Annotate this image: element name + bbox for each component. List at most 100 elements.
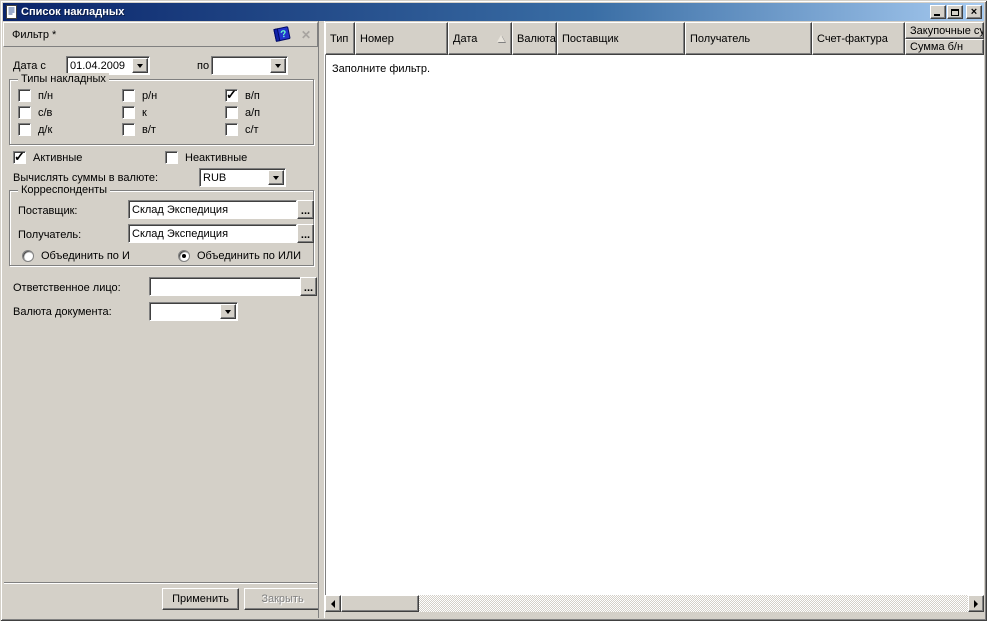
column-header-label: Дата xyxy=(453,32,478,45)
chevron-down-icon xyxy=(225,309,231,314)
column-header-date[interactable]: Дата xyxy=(448,22,512,55)
column-header-supplier[interactable]: Поставщик xyxy=(557,22,685,55)
type-checkbox-d-k[interactable] xyxy=(18,123,31,136)
date-from-dropdown-button[interactable] xyxy=(132,58,148,73)
doc-currency-label: Валюта документа: xyxy=(13,306,112,318)
invoice-table-panel: Тип Номер Дата Валюта Поставщик Получате… xyxy=(325,21,984,618)
date-from-value: 01.04.2009 xyxy=(70,59,126,72)
client-area: Фильтр * ? ✕ Дата с 01.04.2009 по Типы н… xyxy=(3,21,984,618)
type-checkbox-s-v[interactable] xyxy=(18,106,31,119)
supplier-browse-button[interactable]: ... xyxy=(297,200,314,219)
inactive-checkbox[interactable] xyxy=(165,151,178,164)
column-header-label: Поставщик xyxy=(562,32,619,45)
close-button[interactable]: × xyxy=(966,5,982,19)
column-header-type[interactable]: Тип xyxy=(325,22,355,55)
close-icon: × xyxy=(970,6,978,18)
column-header-label: Получатель xyxy=(690,32,751,45)
column-header-receiver[interactable]: Получатель xyxy=(685,22,812,55)
arrow-right-icon xyxy=(974,599,978,608)
correspondents-group: Корреспонденты Поставщик: Склад Экспедиц… xyxy=(9,184,314,266)
filter-panel-header: Фильтр * ? ✕ xyxy=(3,22,318,47)
type-checkbox-k[interactable] xyxy=(122,106,135,119)
receiver-browse-button[interactable]: ... xyxy=(297,224,314,243)
footer-separator xyxy=(4,582,317,584)
type-label-v-p: в/п xyxy=(245,90,260,102)
calc-currency-value: RUB xyxy=(203,171,227,184)
responsible-field[interactable] xyxy=(149,277,301,296)
apply-button[interactable]: Применить xyxy=(162,588,239,610)
close-filter-button-label: Закрыть xyxy=(261,593,304,605)
supplier-field[interactable]: Склад Экспедиция xyxy=(128,200,297,219)
type-checkbox-p-n[interactable] xyxy=(18,89,31,102)
supplier-value: Склад Экспедиция xyxy=(132,203,229,216)
type-checkbox-v-p[interactable] xyxy=(225,87,238,103)
horizontal-scrollbar[interactable] xyxy=(325,595,984,612)
type-checkbox-s-t[interactable] xyxy=(225,123,238,136)
type-label-r-n: р/н xyxy=(142,90,158,102)
table-body[interactable]: Заполните фильтр. xyxy=(325,55,984,595)
filter-title: Фильтр * xyxy=(12,28,57,41)
type-checkbox-r-n[interactable] xyxy=(122,89,135,102)
column-header-label: Валюта xyxy=(517,32,556,45)
type-label-v-t: в/т xyxy=(142,124,156,136)
chevron-down-icon xyxy=(137,63,143,68)
join-or-label: Объединить по ИЛИ xyxy=(197,250,302,262)
column-header-label: Тип xyxy=(330,32,349,45)
responsible-browse-button[interactable]: ... xyxy=(300,277,317,296)
apply-button-label: Применить xyxy=(172,593,229,605)
type-label-s-t: с/т xyxy=(245,124,259,136)
column-header-label: Счет-фактура xyxy=(817,32,888,45)
type-label-s-v: с/в xyxy=(38,107,53,119)
column-header-number[interactable]: Номер xyxy=(355,22,448,55)
type-label-k: к xyxy=(142,107,147,119)
scrollbar-track[interactable] xyxy=(341,595,968,612)
sort-ascending-icon xyxy=(497,35,505,42)
active-label: Активные xyxy=(33,152,83,164)
scrollbar-thumb[interactable] xyxy=(341,595,419,612)
join-or-radio[interactable] xyxy=(178,250,190,262)
filter-panel: Фильтр * ? ✕ Дата с 01.04.2009 по Типы н… xyxy=(3,21,321,618)
correspondents-group-title: Корреспонденты xyxy=(18,184,111,196)
filter-close-icon[interactable]: ✕ xyxy=(301,28,311,42)
inactive-label: Неактивные xyxy=(185,152,248,164)
responsible-label: Ответственное лицо: xyxy=(13,282,121,294)
calc-currency-combobox[interactable]: RUB xyxy=(199,168,286,187)
date-to-dropdown-button[interactable] xyxy=(270,58,286,73)
title-bar: Список накладных × xyxy=(3,3,984,21)
minimize-icon xyxy=(934,14,940,16)
table-header-row: Тип Номер Дата Валюта Поставщик Получате… xyxy=(325,22,984,55)
maximize-button[interactable] xyxy=(947,5,963,19)
chevron-down-icon xyxy=(273,175,279,180)
scroll-left-button[interactable] xyxy=(325,595,341,612)
doc-currency-dropdown-button[interactable] xyxy=(220,304,236,319)
chevron-down-icon xyxy=(275,63,281,68)
join-and-radio[interactable] xyxy=(22,250,34,262)
type-checkbox-v-t[interactable] xyxy=(122,123,135,136)
column-header-currency[interactable]: Валюта xyxy=(512,22,557,55)
document-icon xyxy=(6,5,17,19)
scroll-right-button[interactable] xyxy=(968,595,984,612)
active-checkbox[interactable] xyxy=(13,149,26,165)
invoice-types-group: Типы накладных п/н р/н в/п с/в к а/п д/к… xyxy=(9,73,314,145)
column-header-purchase-sums[interactable]: Закупочные су xyxy=(905,22,984,39)
type-checkbox-a-p[interactable] xyxy=(225,106,238,119)
date-to-combobox[interactable] xyxy=(211,56,288,75)
receiver-value: Склад Экспедиция xyxy=(132,227,229,240)
panel-splitter[interactable] xyxy=(318,21,325,618)
invoice-list-window: Список накладных × Фильтр * ? ✕ Дата с 0… xyxy=(0,0,987,621)
column-header-invoice[interactable]: Счет-фактура xyxy=(812,22,905,55)
column-header-sum-bn[interactable]: Сумма б/н xyxy=(905,39,984,55)
close-filter-button[interactable]: Закрыть xyxy=(244,588,321,610)
help-book-icon[interactable]: ? xyxy=(272,26,292,43)
arrow-left-icon xyxy=(331,599,335,608)
doc-currency-combobox[interactable] xyxy=(149,302,238,321)
calc-currency-dropdown-button[interactable] xyxy=(268,170,284,185)
receiver-field[interactable]: Склад Экспедиция xyxy=(128,224,297,243)
window-title: Список накладных xyxy=(21,6,125,18)
empty-filter-message: Заполните фильтр. xyxy=(332,63,431,75)
column-group-purchase-sums: Закупочные су Сумма б/н xyxy=(905,22,984,55)
maximize-icon xyxy=(951,8,959,16)
minimize-button[interactable] xyxy=(930,5,946,19)
type-label-a-p: а/п xyxy=(245,107,261,119)
supplier-label: Поставщик: xyxy=(18,205,78,217)
